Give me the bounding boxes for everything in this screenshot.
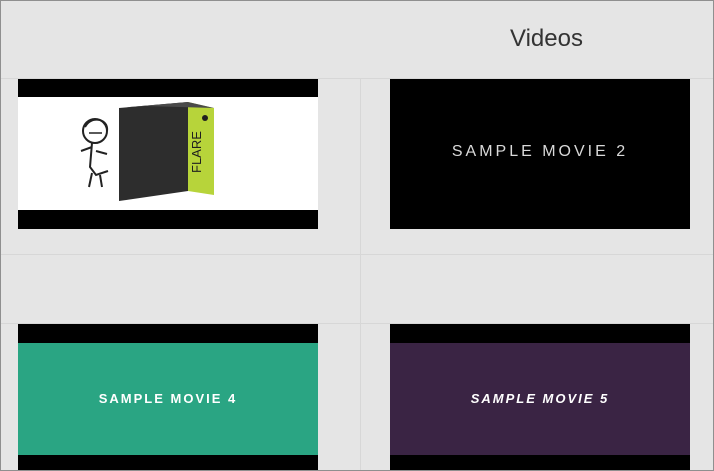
videos-page: Videos FLARE SAMPLE MOVIE 2 SAMPLE MOVIE… xyxy=(0,0,714,471)
flare-box-label: FLARE xyxy=(189,131,204,173)
video-thumbnail-4[interactable]: SAMPLE MOVIE 4 xyxy=(18,324,318,470)
column-divider xyxy=(360,79,361,470)
videos-header-row: Videos xyxy=(1,1,713,79)
video-thumbnail-1[interactable]: FLARE xyxy=(18,79,318,229)
product-box-icon: FLARE xyxy=(119,102,214,201)
video-label-4: SAMPLE MOVIE 4 xyxy=(98,391,238,406)
row-divider-top xyxy=(1,254,713,255)
video-label-2: SAMPLE MOVIE 2 xyxy=(451,143,629,160)
videos-title: Videos xyxy=(510,25,583,52)
video-thumbnail-5[interactable]: SAMPLE MOVIE 5 xyxy=(390,324,690,470)
video-thumbnail-2[interactable]: SAMPLE MOVIE 2 xyxy=(390,79,690,229)
flare-product-box-art: FLARE xyxy=(80,102,214,201)
video-label-5: SAMPLE MOVIE 5 xyxy=(470,391,610,406)
character-icon xyxy=(80,118,109,188)
